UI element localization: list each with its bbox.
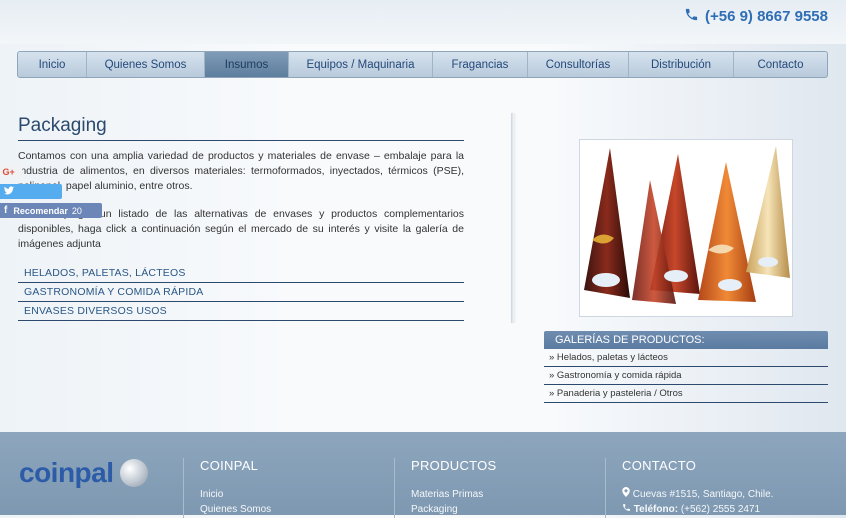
footer-col-title: CONTACTO xyxy=(622,458,697,473)
nav-label: Consultorías xyxy=(545,58,611,71)
category-links: HELADOS, PALETAS, LÁCTEOS GASTRONOMÍA Y … xyxy=(18,264,464,321)
gallery-link-helados[interactable]: » Helados, paletas y lácteos xyxy=(544,349,828,367)
nav-item-inicio[interactable]: Inicio xyxy=(18,52,87,77)
footer-link-inicio[interactable]: Inicio xyxy=(200,487,271,502)
nav-label: Distribución xyxy=(650,58,712,71)
nav-item-consultorias[interactable]: Consultorías xyxy=(528,52,629,77)
product-image[interactable] xyxy=(579,139,793,317)
page-title: Packaging xyxy=(18,115,464,141)
nav-label: Insumos xyxy=(224,58,269,71)
nav-item-distribucion[interactable]: Distribución xyxy=(629,52,734,77)
phone-value: (+562) 2555 2471 xyxy=(680,504,761,515)
coinpal-logo[interactable]: coinpal xyxy=(19,457,148,489)
nav-label: Fragancias xyxy=(451,58,509,71)
nav-item-contacto[interactable]: Contacto xyxy=(734,52,827,77)
header-phone[interactable]: (+56 9) 8667 9558 xyxy=(684,7,828,26)
ice-cream-cones-illustration xyxy=(584,146,790,304)
nav-item-equipos[interactable]: Equipos / Maquinaria xyxy=(289,52,433,77)
footer-col-contacto: CONTACTO Cuevas #1515, Santiago, Chile. … xyxy=(605,458,773,518)
footer-col-title: COINPAL xyxy=(200,458,259,473)
column-divider xyxy=(511,113,514,323)
gallery-link-panaderia[interactable]: » Panaderia y pasteleria / Otros xyxy=(544,385,828,403)
phone-icon xyxy=(622,504,634,515)
phone-label: Teléfono: xyxy=(633,504,679,515)
facebook-icon: f xyxy=(4,205,8,216)
recommend-label: Recomendar xyxy=(13,205,68,216)
logo-sphere-icon xyxy=(119,459,148,487)
google-plus-icon[interactable]: G+ xyxy=(0,164,22,179)
facebook-recommend-button[interactable]: f Recomendar 20 xyxy=(0,203,102,218)
link-envases[interactable]: ENVASES DIVERSOS USOS xyxy=(18,302,464,321)
footer-col-coinpal: COINPAL Inicio Quienes Somos xyxy=(183,458,271,518)
logo-text: coinpal xyxy=(19,457,114,488)
nav-item-insumos[interactable]: Insumos xyxy=(205,52,289,77)
phone-icon xyxy=(684,7,699,26)
nav-label: Equipos / Maquinaria xyxy=(306,58,415,71)
gallery-link-gastronomia[interactable]: » Gastronomía y comida rápida xyxy=(544,367,828,385)
recommend-count: 20 xyxy=(71,205,82,216)
footer-col-productos: PRODUCTOS Materias Primas Packaging xyxy=(394,458,497,518)
footer-col-title: PRODUCTOS xyxy=(411,458,497,473)
twitter-share-button[interactable] xyxy=(0,184,62,199)
phone-number: (+56 9) 8667 9558 xyxy=(704,8,828,25)
nav-label: Inicio xyxy=(38,58,66,71)
main-nav: Inicio Quienes Somos Insumos Equipos / M… xyxy=(17,51,828,78)
intro-paragraph: Contamos con una amplia variedad de prod… xyxy=(18,150,464,192)
nav-label: Quienes Somos xyxy=(104,58,187,71)
link-helados[interactable]: HELADOS, PALETAS, LÁCTEOS xyxy=(18,264,464,283)
product-galleries: GALERÍAS DE PRODUCTOS: » Helados, paleta… xyxy=(544,331,828,403)
nav-item-fragancias[interactable]: Fragancias xyxy=(433,52,528,77)
galleries-heading: GALERÍAS DE PRODUCTOS: xyxy=(544,331,828,349)
link-gastronomia[interactable]: GASTRONOMÍA Y COMIDA RÁPIDA xyxy=(18,283,464,302)
footer: coinpal COINPAL Inicio Quienes Somos PRO… xyxy=(0,432,846,518)
nav-label: Contacto xyxy=(757,58,804,71)
nav-item-quienes-somos[interactable]: Quienes Somos xyxy=(87,52,205,77)
map-marker-icon xyxy=(622,487,633,500)
main-content: Packaging Contamos con una amplia varied… xyxy=(18,115,464,321)
twitter-icon xyxy=(0,186,14,197)
footer-address: Cuevas #1515, Santiago, Chile. xyxy=(622,487,773,502)
footer-link-materias-primas[interactable]: Materias Primas xyxy=(411,487,497,502)
address-text: Cuevas #1515, Santiago, Chile. xyxy=(632,489,774,500)
